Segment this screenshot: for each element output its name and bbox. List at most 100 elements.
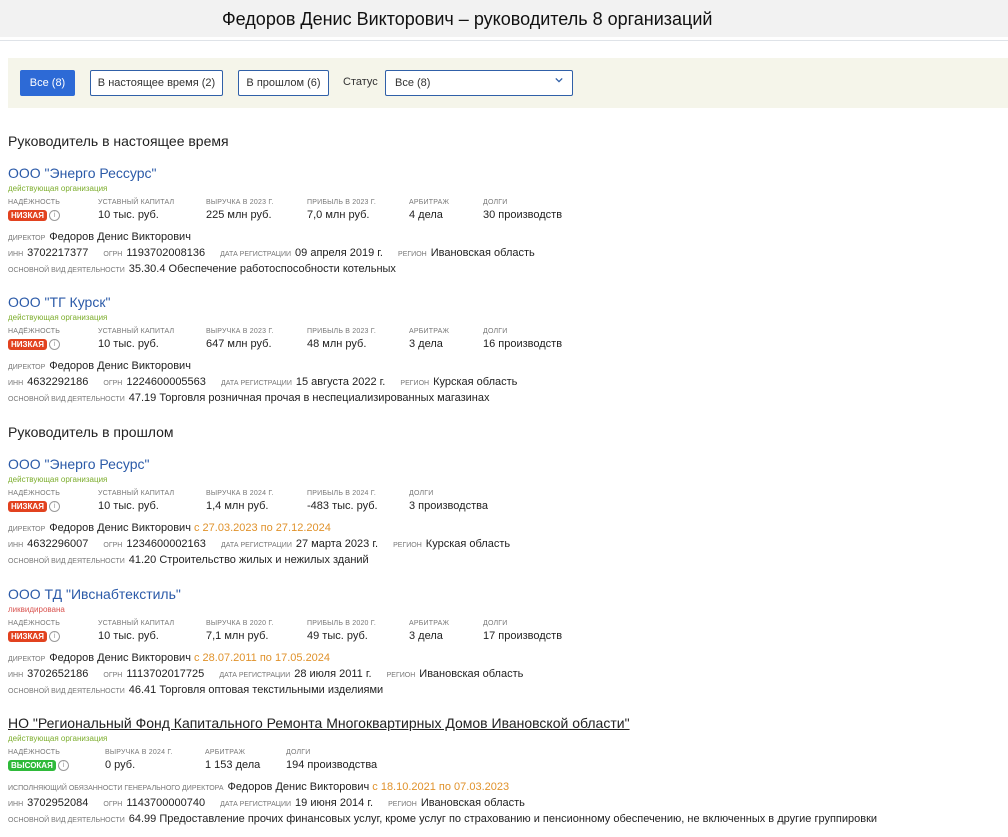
ogrn-value: 1224600005563	[126, 376, 206, 388]
info-icon[interactable]: i	[57, 759, 69, 771]
org-name-link[interactable]: ООО "ТГ Курск"	[8, 294, 998, 310]
org-metrics: надёжность НИЗКАЯ i уставный капитал 10 ты…	[8, 490, 998, 520]
activity-value: 41.20 Строительство жилых и нежилых здан…	[128, 554, 369, 566]
reliability-badge: НИЗКАЯ	[8, 500, 47, 512]
activity-value: 47.19 Торговля розничная прочая в неспец…	[128, 392, 490, 404]
filter-past-button[interactable]: В прошлом (6)	[238, 70, 329, 96]
org-status: действующая организация	[8, 313, 108, 322]
reg-date-label: дата регистрации	[220, 801, 292, 808]
region-label: регион	[386, 672, 416, 679]
revenue-label: выручка в 2024 г.	[105, 749, 173, 756]
director-name: Федоров Денис Викторович	[49, 522, 191, 534]
region-label: регион	[388, 801, 417, 808]
reliability-badge: НИЗКАЯ	[8, 630, 47, 642]
director-name: Федоров Денис Викторович	[49, 360, 191, 372]
revenue-value: 0 руб.	[105, 759, 136, 771]
info-icon[interactable]: i	[48, 209, 60, 221]
director-row: директор Федоров Денис Викторович	[8, 358, 998, 374]
debts-value: 194 производства	[286, 759, 378, 771]
org-card: ООО ТД "Ивснабтекстиль" ликвидирована на…	[8, 586, 998, 698]
section-current-title: Руководитель в настоящее время	[8, 133, 229, 149]
org-card: ООО "Энерго Ресурс" действующая организа…	[8, 456, 998, 568]
director-label: директор	[8, 364, 46, 371]
reg-date-value: 28 июля 2011 г.	[294, 668, 372, 680]
inn-value: 4632292186	[27, 376, 89, 388]
org-metrics: надёжность ВЫСОКАЯ i выручка в 2024 г. 0 р…	[8, 749, 998, 779]
revenue-value: 647 млн руб.	[206, 338, 272, 350]
region-label: регион	[400, 380, 430, 387]
arbitration-value: 3 дела	[409, 338, 443, 350]
org-name-link[interactable]: ООО "Энерго Ресурс"	[8, 456, 998, 472]
ogrn-label: огрн	[103, 380, 123, 387]
reliability-badge: НИЗКАЯ	[8, 338, 47, 350]
revenue-value: 7,1 млн руб.	[206, 630, 269, 642]
director-row: директор Федоров Денис Викторович	[8, 229, 998, 245]
info-icon[interactable]: i	[48, 338, 60, 350]
debts-value: 3 производства	[409, 500, 488, 512]
capital-label: уставный капитал	[98, 620, 175, 627]
inn-label: инн	[8, 380, 24, 387]
filter-all-button[interactable]: Все (8)	[20, 70, 75, 96]
debts-label: долги	[483, 199, 508, 206]
capital-value: 10 тыс. руб.	[98, 500, 159, 512]
org-name-link[interactable]: ООО ТД "Ивснабтекстиль"	[8, 586, 998, 602]
activity-row: основной вид деятельности 47.19 Торговля …	[8, 390, 998, 406]
profit-value: 49 тыс. руб.	[307, 630, 368, 642]
activity-label: основной вид деятельности	[8, 558, 125, 565]
reliability-label: надёжность	[8, 199, 61, 206]
inn-label: инн	[8, 672, 24, 679]
ids-row: инн 3702217377 огрн 1193702008136 дата рег…	[8, 245, 998, 261]
director-period: с 18.10.2021 по 07.03.2023	[372, 781, 510, 793]
status-select[interactable]: Все (8)	[385, 70, 573, 96]
revenue-label: выручка в 2020 г.	[206, 620, 274, 627]
arbitration-value: 3 дела	[409, 630, 443, 642]
status-select-value: Все (8)	[395, 77, 431, 89]
arbitration-label: арбитраж	[409, 199, 450, 206]
org-status: действующая организация	[8, 734, 108, 743]
profit-label: прибыль в 2020 г.	[307, 620, 377, 627]
inn-label: инн	[8, 801, 24, 808]
filter-bar: Все (8) В настоящее время (2) В прошлом …	[8, 58, 1008, 108]
capital-label: уставный капитал	[98, 490, 175, 497]
director-name: Федоров Денис Викторович	[49, 652, 191, 664]
ids-row: инн 4632296007 огрн 1234600002163 дата рег…	[8, 536, 998, 552]
reliability-label: надёжность	[8, 490, 61, 497]
debts-value: 30 производств	[483, 209, 563, 221]
reg-date-label: дата регистрации	[220, 542, 292, 549]
region-label: регион	[398, 251, 427, 258]
reliability-label: надёжность	[8, 749, 61, 756]
status-label: Статус	[343, 76, 378, 88]
reliability-label: надёжность	[8, 328, 61, 335]
ogrn-label: огрн	[103, 801, 123, 808]
region-value: Ивановская область	[430, 247, 535, 259]
org-name-link[interactable]: НО "Региональный Фонд Капитального Ремон…	[8, 715, 998, 731]
activity-label: основной вид деятельности	[8, 267, 125, 274]
ogrn-value: 1234600002163	[126, 538, 206, 550]
info-icon[interactable]: i	[48, 630, 60, 642]
ogrn-label: огрн	[103, 542, 123, 549]
debts-value: 16 производств	[483, 338, 563, 350]
reg-date-label: дата регистрации	[220, 251, 292, 258]
org-status: ликвидирована	[8, 605, 65, 614]
org-status: действующая организация	[8, 475, 108, 484]
page-title: Федоров Денис Викторович – руководитель …	[222, 9, 713, 29]
org-metrics: надёжность НИЗКАЯ i уставный капитал 10 ты…	[8, 199, 998, 229]
capital-label: уставный капитал	[98, 199, 175, 206]
director-label: директор	[8, 235, 46, 242]
ids-row: инн 3702652186 огрн 1113702017725 дата рег…	[8, 666, 998, 682]
ids-row: инн 4632292186 огрн 1224600005563 дата рег…	[8, 374, 998, 390]
org-name-link[interactable]: ООО "Энерго Рессурс"	[8, 165, 998, 181]
inn-value: 4632296007	[27, 538, 89, 550]
activity-label: основной вид деятельности	[8, 396, 125, 403]
debts-label: долги	[483, 620, 508, 627]
filter-current-button[interactable]: В настоящее время (2)	[90, 70, 223, 96]
reliability-badge: НИЗКАЯ	[8, 209, 47, 221]
director-period: с 28.07.2011 по 17.05.2024	[194, 652, 331, 664]
revenue-label: выручка в 2023 г.	[206, 328, 274, 335]
acting-director-label: исполняющий обязанности генерального дир…	[8, 785, 224, 792]
org-status: действующая организация	[8, 184, 108, 193]
arbitration-label: арбитраж	[205, 749, 246, 756]
activity-row: основной вид деятельности 35.30.4 Обеспеч…	[8, 261, 998, 277]
info-icon[interactable]: i	[48, 500, 60, 512]
profit-label: прибыль в 2023 г.	[307, 328, 377, 335]
